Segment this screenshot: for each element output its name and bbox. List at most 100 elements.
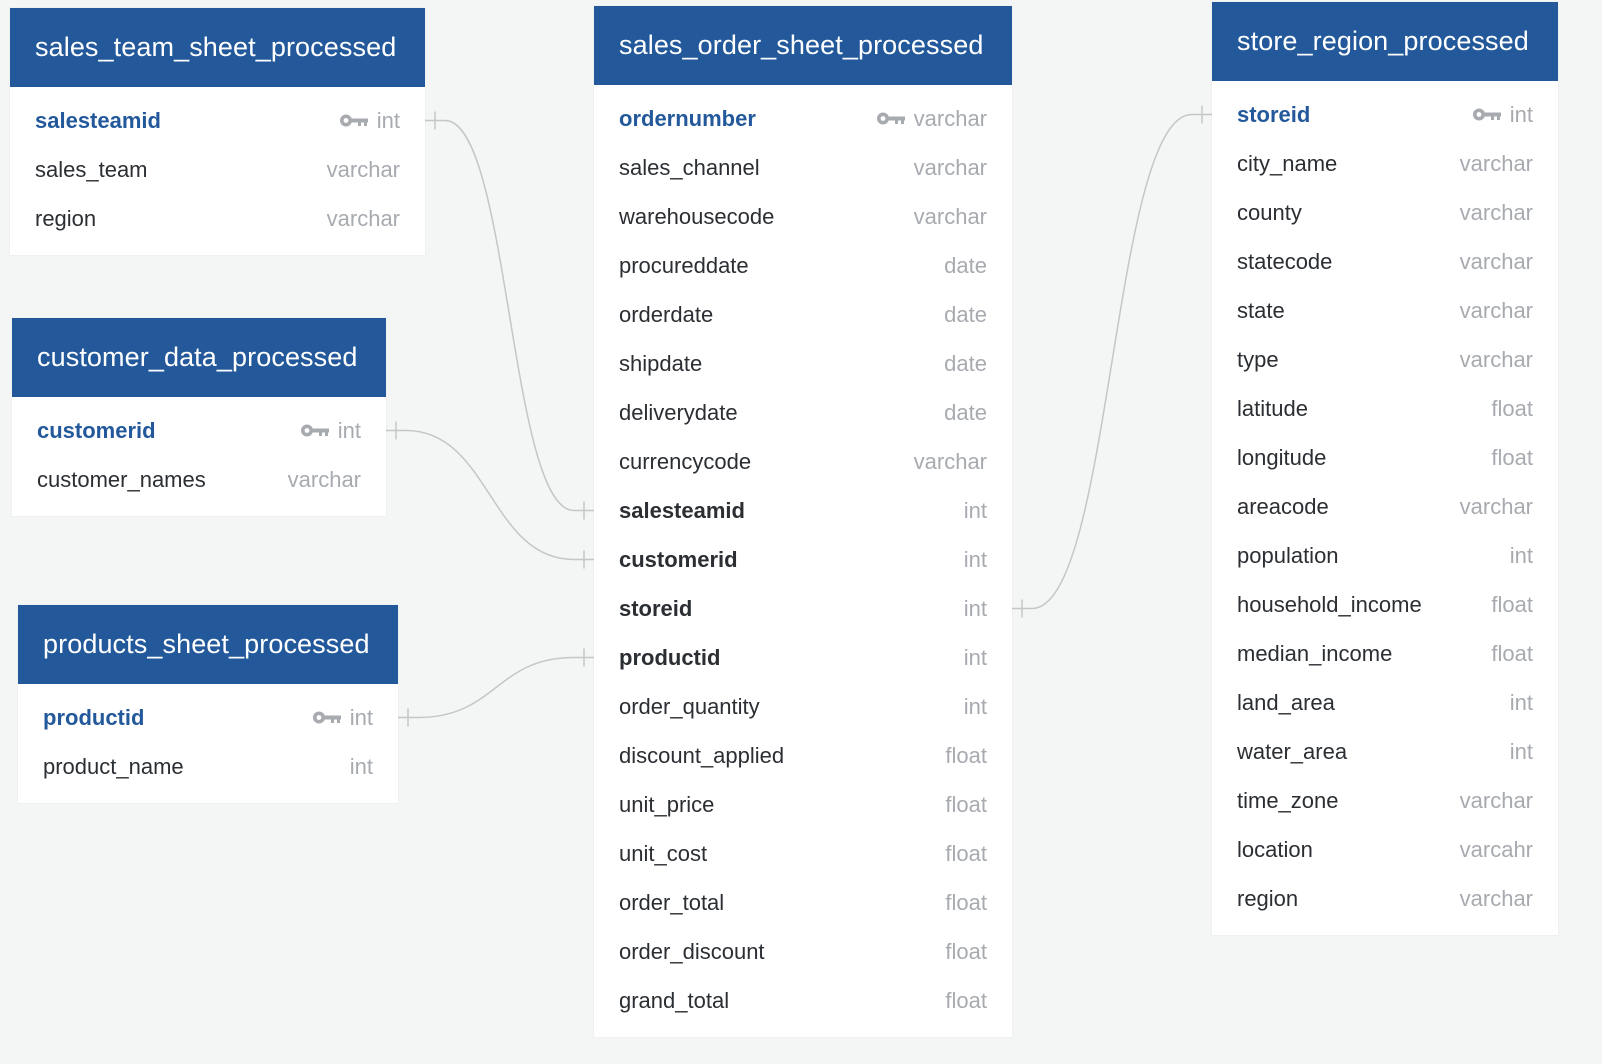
column-type: float xyxy=(945,988,987,1013)
column-row-type[interactable]: type varchar xyxy=(1212,335,1558,384)
column-type: varchar xyxy=(913,204,987,229)
column-type-cell: date xyxy=(944,339,987,388)
column-type: varchar xyxy=(326,157,400,182)
column-row-customer-names[interactable]: customer_names varchar xyxy=(12,455,386,504)
column-row-statecode[interactable]: statecode varchar xyxy=(1212,237,1558,286)
key-icon xyxy=(1472,90,1502,139)
table-columns: ordernumber varchar sales_channel varchar wa… xyxy=(594,85,1012,1037)
column-row-productid[interactable]: productid int xyxy=(18,693,398,742)
column-type-cell: varchar xyxy=(1460,335,1533,384)
column-type-cell: date xyxy=(944,388,987,437)
column-row-water-area[interactable]: water_area int xyxy=(1212,727,1558,776)
relationship-line-products-sales_order[interactable] xyxy=(417,656,575,719)
column-name: sales_team xyxy=(35,157,148,182)
column-row-latitude[interactable]: latitude float xyxy=(1212,384,1558,433)
column-type: int xyxy=(963,645,987,670)
table-title[interactable]: customer_data_processed xyxy=(12,318,386,397)
table-columns: salesteamid int sales_team varchar region var… xyxy=(10,87,425,255)
column-type: float xyxy=(1491,592,1533,617)
column-row-deliverydate[interactable]: deliverydate date xyxy=(594,388,1012,437)
table-title[interactable]: products_sheet_processed xyxy=(18,605,398,684)
column-row-customerid[interactable]: customerid int xyxy=(594,535,1012,584)
column-name: water_area xyxy=(1237,739,1348,764)
table-title[interactable]: sales_team_sheet_processed xyxy=(10,8,425,87)
column-row-salesteamid[interactable]: salesteamid int xyxy=(10,96,425,145)
column-row-time-zone[interactable]: time_zone varchar xyxy=(1212,776,1558,825)
column-row-areacode[interactable]: areacode varchar xyxy=(1212,482,1558,531)
column-name: areacode xyxy=(1237,494,1329,519)
column-name: customer_names xyxy=(37,467,206,492)
column-row-order-total[interactable]: order_total float xyxy=(594,878,1012,927)
column-name: unit_price xyxy=(619,792,715,817)
table-store-region[interactable]: store_region_processed storeid int city_na… xyxy=(1212,2,1558,935)
column-type-cell: varchar xyxy=(914,192,987,241)
table-title[interactable]: store_region_processed xyxy=(1212,2,1558,81)
primary-key-column-name: salesteamid xyxy=(35,108,161,133)
column-type: float xyxy=(945,743,987,768)
foreign-key-column-name: salesteamid xyxy=(619,498,745,523)
primary-key-column-name: storeid xyxy=(1237,102,1311,127)
column-row-productid[interactable]: productid int xyxy=(594,633,1012,682)
column-row-customerid[interactable]: customerid int xyxy=(12,406,386,455)
column-type-cell: varchar xyxy=(1460,286,1533,335)
column-row-sales-channel[interactable]: sales_channel varchar xyxy=(594,143,1012,192)
column-type: int xyxy=(1509,543,1533,568)
column-type: varchar xyxy=(287,467,361,492)
primary-key-column-name: customerid xyxy=(37,418,156,443)
table-customer[interactable]: customer_data_processed customerid int cus… xyxy=(12,318,386,516)
table-sales-order[interactable]: sales_order_sheet_processed ordernumber v… xyxy=(594,6,1012,1037)
column-row-order-discount[interactable]: order_discount float xyxy=(594,927,1012,976)
column-row-warehousecode[interactable]: warehousecode varchar xyxy=(594,192,1012,241)
column-row-population[interactable]: population int xyxy=(1212,531,1558,580)
table-products[interactable]: products_sheet_processed productid int pro… xyxy=(18,605,398,803)
column-name: product_name xyxy=(43,754,184,779)
column-row-order-quantity[interactable]: order_quantity int xyxy=(594,682,1012,731)
column-type: float xyxy=(1491,445,1533,470)
column-row-location[interactable]: location varcahr xyxy=(1212,825,1558,874)
column-row-product-name[interactable]: product_name int xyxy=(18,742,398,791)
column-type-cell: varchar xyxy=(1460,188,1533,237)
column-row-sales-team[interactable]: sales_team varchar xyxy=(10,145,425,194)
foreign-key-column-name: productid xyxy=(619,645,721,670)
relationship-line-sales_team-sales_order[interactable] xyxy=(444,119,575,512)
table-columns: productid int product_name int xyxy=(18,684,398,803)
column-type-cell: float xyxy=(1491,384,1533,433)
column-row-ordernumber[interactable]: ordernumber varchar xyxy=(594,94,1012,143)
column-type-cell: float xyxy=(945,878,987,927)
column-row-orderdate[interactable]: orderdate date xyxy=(594,290,1012,339)
foreign-key-column-name: customerid xyxy=(619,547,738,572)
column-type-cell: float xyxy=(1491,629,1533,678)
column-row-procureddate[interactable]: procureddate date xyxy=(594,241,1012,290)
column-row-unit-price[interactable]: unit_price float xyxy=(594,780,1012,829)
column-row-state[interactable]: state varchar xyxy=(1212,286,1558,335)
column-type-cell: float xyxy=(945,829,987,878)
column-row-land-area[interactable]: land_area int xyxy=(1212,678,1558,727)
column-row-city-name[interactable]: city_name varchar xyxy=(1212,139,1558,188)
column-type: varchar xyxy=(913,449,987,474)
table-sales-team[interactable]: sales_team_sheet_processed salesteamid in… xyxy=(10,8,425,255)
column-row-storeid[interactable]: storeid int xyxy=(594,584,1012,633)
column-name: unit_cost xyxy=(619,841,708,866)
column-type-cell: int xyxy=(1510,678,1533,727)
relationship-line-store_region-sales_order[interactable] xyxy=(1031,113,1193,610)
column-row-grand-total[interactable]: grand_total float xyxy=(594,976,1012,1025)
column-row-discount-applied[interactable]: discount_applied float xyxy=(594,731,1012,780)
column-type-cell: varchar xyxy=(914,437,987,486)
column-row-longitude[interactable]: longitude float xyxy=(1212,433,1558,482)
column-row-salesteamid[interactable]: salesteamid int xyxy=(594,486,1012,535)
relationship-line-customer-sales_order[interactable] xyxy=(405,429,575,561)
column-type-cell: float xyxy=(945,780,987,829)
column-row-shipdate[interactable]: shipdate date xyxy=(594,339,1012,388)
column-row-county[interactable]: county varchar xyxy=(1212,188,1558,237)
column-row-unit-cost[interactable]: unit_cost float xyxy=(594,829,1012,878)
table-title[interactable]: sales_order_sheet_processed xyxy=(594,6,1012,85)
column-row-median-income[interactable]: median_income float xyxy=(1212,629,1558,678)
column-row-currencycode[interactable]: currencycode varchar xyxy=(594,437,1012,486)
column-row-storeid[interactable]: storeid int xyxy=(1212,90,1558,139)
column-row-household-income[interactable]: household_income float xyxy=(1212,580,1558,629)
column-row-region[interactable]: region varchar xyxy=(1212,874,1558,923)
column-type-cell: varchar xyxy=(288,455,361,504)
column-name: deliverydate xyxy=(619,400,738,425)
column-type: varchar xyxy=(913,106,987,131)
column-row-region[interactable]: region varchar xyxy=(10,194,425,243)
